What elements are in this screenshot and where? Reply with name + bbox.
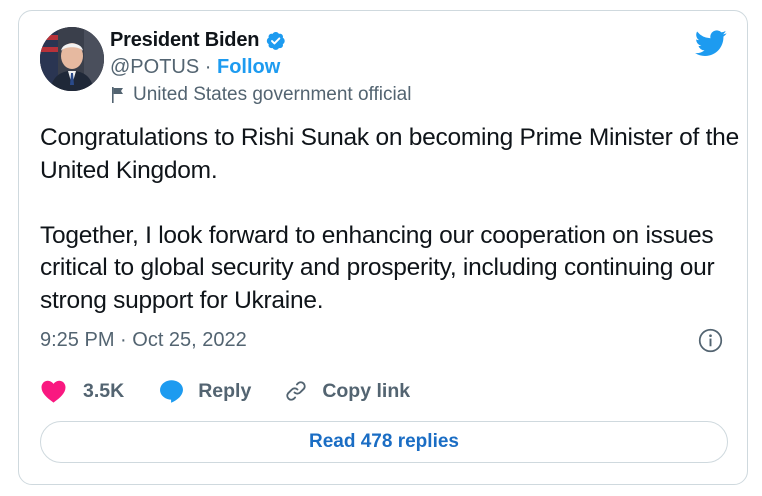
twitter-bird-icon[interactable]: [695, 30, 727, 57]
speech-bubble-icon: [159, 379, 184, 403]
copy-link-button[interactable]: Copy link: [284, 379, 410, 403]
tweet-text: Congratulations to Rishi Sunak on becomi…: [40, 124, 739, 314]
link-icon: [284, 379, 308, 403]
tweet-timestamp[interactable]: 9:25 PM · Oct 25, 2022: [40, 329, 247, 352]
flag-icon: [110, 86, 126, 104]
reply-label: Reply: [198, 379, 252, 402]
info-icon[interactable]: [698, 328, 723, 353]
verified-badge-icon: [265, 30, 286, 51]
read-replies-label: Read 478 replies: [309, 431, 459, 452]
heart-icon: [40, 379, 67, 403]
author-name[interactable]: President Biden: [110, 29, 259, 52]
separator: ·: [204, 56, 212, 78]
follow-button[interactable]: Follow: [217, 56, 280, 78]
author-handle[interactable]: @POTUS: [110, 56, 199, 78]
handle-line: @POTUS · Follow: [110, 56, 280, 79]
avatar[interactable]: [40, 27, 104, 91]
like-count: 3.5K: [83, 379, 125, 402]
account-label: United States government official: [110, 84, 411, 106]
copy-link-label: Copy link: [322, 379, 411, 402]
reply-button[interactable]: Reply: [159, 379, 251, 403]
like-button[interactable]: 3.5K: [40, 379, 124, 403]
read-replies-button[interactable]: Read 478 replies: [40, 421, 728, 463]
account-label-text: United States government official: [133, 84, 412, 105]
author-name-line: President Biden: [110, 29, 286, 52]
tweet-actions: 3.5K Reply Copy link: [40, 379, 410, 403]
